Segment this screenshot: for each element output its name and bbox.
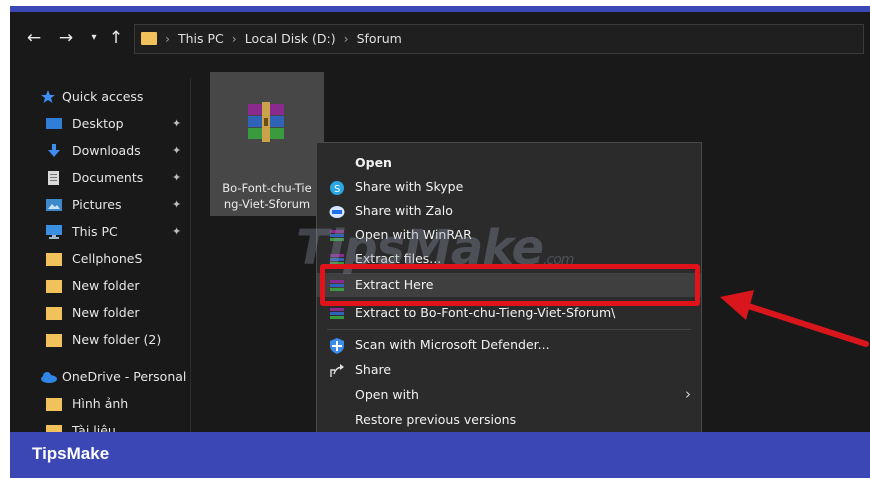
- arrow-left-icon[interactable]: ←: [24, 28, 44, 48]
- chevron-right-icon: ›: [685, 385, 691, 403]
- folder-icon: [46, 397, 62, 411]
- file-item-selected[interactable]: Bo-Font-chu-Tie ng-Viet-Sforum: [210, 72, 324, 216]
- folder-icon: [46, 252, 62, 266]
- address-box[interactable]: › This PC › Local Disk (D:) › Sforum: [134, 24, 864, 54]
- skype-icon: S: [329, 180, 345, 195]
- menu-item-open[interactable]: Open: [317, 151, 701, 175]
- breadcrumb-item[interactable]: This PC: [178, 31, 224, 46]
- winrar-icon: [329, 306, 345, 320]
- winrar-archive-icon: [242, 102, 290, 142]
- highlight-box: [320, 264, 700, 306]
- arrow-up-icon[interactable]: ↑: [106, 28, 126, 48]
- folder-icon: [141, 32, 157, 45]
- brand-logo: TipsMake: [32, 444, 110, 463]
- defender-shield-icon: [329, 338, 345, 354]
- menu-item-share[interactable]: Share: [317, 358, 701, 382]
- menu-item-scan-defender[interactable]: Scan with Microsoft Defender...: [317, 333, 701, 357]
- folder-icon: [46, 279, 62, 293]
- download-icon: [46, 144, 62, 158]
- file-name: Bo-Font-chu-Tie ng-Viet-Sforum: [222, 181, 312, 211]
- pictures-icon: [46, 198, 62, 212]
- breadcrumb: › This PC › Local Disk (D:) › Sforum: [165, 31, 402, 46]
- pin-icon[interactable]: ✦: [172, 225, 181, 238]
- pin-icon[interactable]: ✦: [172, 144, 181, 157]
- menu-item-open-with[interactable]: Open with ›: [317, 383, 701, 407]
- document-icon: [46, 171, 62, 185]
- star-icon: [40, 90, 56, 104]
- navigation-pane: Quick access Desktop Downloads Documents…: [10, 78, 191, 438]
- folder-icon: [46, 333, 62, 347]
- cloud-icon: [40, 370, 57, 384]
- folder-icon: [46, 306, 62, 320]
- address-bar-row: ← → ▾ ↑ › This PC › Local Disk (D:) › Sforum: [10, 20, 870, 58]
- footer-brand-bar: TipsMake: [10, 432, 870, 478]
- menu-item-share-with-skype[interactable]: S Share with Skype: [317, 175, 701, 199]
- pin-icon[interactable]: ✦: [172, 171, 181, 184]
- arrow-right-icon[interactable]: →: [56, 28, 76, 48]
- menu-separator: [327, 329, 691, 330]
- zalo-icon: [329, 204, 345, 218]
- desktop-icon: [46, 117, 62, 131]
- breadcrumb-item[interactable]: Local Disk (D:): [245, 31, 336, 46]
- menu-item-restore-previous-versions[interactable]: Restore previous versions: [317, 408, 701, 432]
- pin-icon[interactable]: ✦: [172, 198, 181, 211]
- window-top-strip: [10, 6, 870, 12]
- computer-icon: [46, 225, 62, 239]
- explorer-window: ← → ▾ ↑ › This PC › Local Disk (D:) › Sforum …: [10, 6, 870, 478]
- chevron-down-icon[interactable]: ▾: [84, 28, 104, 48]
- breadcrumb-item[interactable]: Sforum: [357, 31, 402, 46]
- red-arrow-icon: [716, 288, 870, 358]
- pin-icon[interactable]: ✦: [172, 117, 181, 130]
- share-icon: [329, 363, 345, 377]
- svg-text:S: S: [334, 184, 340, 195]
